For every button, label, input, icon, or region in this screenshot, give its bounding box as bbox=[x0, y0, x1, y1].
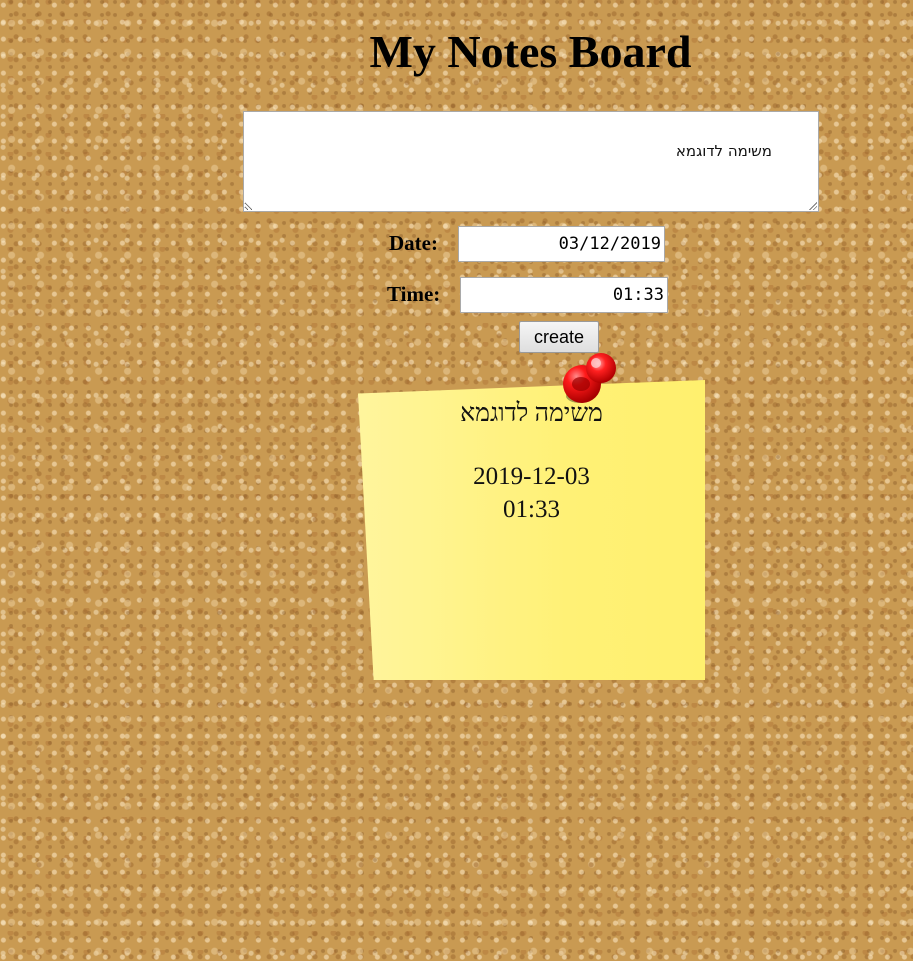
push-pin-icon bbox=[563, 353, 616, 403]
notes-board-page: { "page": { "title": "My Notes Board" },… bbox=[0, 0, 913, 961]
date-label: Date: bbox=[389, 231, 438, 255]
create-button[interactable]: create bbox=[519, 321, 599, 353]
sticky-note-text: משימה לדוגמא bbox=[460, 400, 603, 427]
note-text-input[interactable]: משימה לדוגמא bbox=[243, 111, 819, 212]
time-input[interactable] bbox=[460, 277, 668, 313]
note-textarea-wrapper: משימה לדוגמא bbox=[243, 111, 819, 212]
time-label: Time: bbox=[387, 282, 441, 306]
page-title: My Notes Board bbox=[369, 26, 692, 77]
date-input[interactable] bbox=[458, 226, 665, 262]
sticky-note-date: 2019-12-03 bbox=[473, 463, 590, 490]
sticky-note-time: 01:33 bbox=[503, 496, 560, 523]
